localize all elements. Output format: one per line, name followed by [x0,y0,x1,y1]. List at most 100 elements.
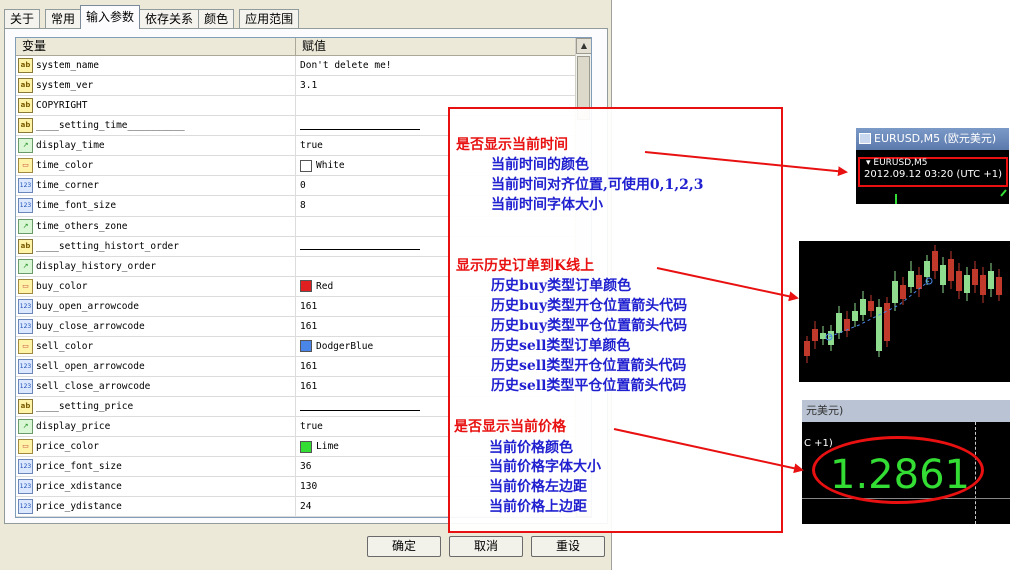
annotation-time-corner: 当前时间对齐位置,可使用0,1,2,3 [491,177,704,193]
ab-type-icon: ab [18,238,33,254]
annotation-price-color: 当前价格颜色 [489,440,573,456]
annotation-buy-close: 历史buy类型平仓位置箭头代码 [491,318,688,334]
parameter-value-cell[interactable]: 3.1 [296,76,576,95]
parameter-value: 161 [300,320,318,332]
parameter-name: display_time [36,140,105,152]
parameter-name-cell[interactable]: 123 price_font_size [16,457,296,477]
parameter-row[interactable]: ab system_ver 3.1 [16,76,576,97]
parameter-name-cell[interactable]: ↗ display_history_order [16,256,296,276]
parameter-value: 161 [300,381,318,393]
column-header-value[interactable]: 赋值 [296,38,576,55]
tab-strip: 关于 常用 输入参数 依存关系 颜色 应用范围 [4,5,300,29]
parameter-name: price_xdistance [36,481,122,493]
parameter-value: true [300,140,323,152]
parameter-value: 8 [300,200,306,212]
price-window-title: 元美元) [802,400,1010,422]
price-highlight-ellipse [812,436,984,504]
parameter-name-cell[interactable]: ab ____setting_time__________ [16,116,296,136]
parameter-name-cell[interactable]: 123 price_xdistance [16,477,296,497]
parameter-name-cell[interactable]: 123 time_font_size [16,196,296,216]
parameter-name: display_price [36,421,111,433]
parameter-value-cell[interactable]: Don't delete me! [296,56,576,75]
num-type-icon: 123 [18,499,33,515]
tab-inputs[interactable]: 输入参数 [80,5,141,29]
chart-fragment-icon [895,189,1007,204]
color-swatch [300,440,312,453]
parameter-name: buy_close_arrowcode [36,320,145,332]
parameter-name: time_color [36,160,94,172]
parameter-name-cell[interactable]: 123 buy_close_arrowcode [16,316,296,336]
screenshot-root: 关于 常用 输入参数 依存关系 颜色 应用范围 变量 赋值 ab system_n… [0,0,1019,570]
separator-underline [300,242,420,251]
color-swatch [300,159,312,172]
parameter-value: 161 [300,360,318,372]
column-header-variable[interactable]: 变量 [16,38,296,55]
parameter-name-cell[interactable]: ab system_ver [16,76,296,96]
color-type-icon: ▭ [18,278,33,294]
ok-button[interactable]: 确定 [367,536,441,557]
separator-underline [300,122,420,130]
parameter-name-cell[interactable]: ab system_name [16,56,296,76]
cancel-button[interactable]: 取消 [449,536,523,557]
parameter-name: time_font_size [36,200,117,212]
parameter-value: 161 [300,300,318,312]
color-swatch [300,340,312,353]
tab-common[interactable]: 常用 [45,9,82,29]
tab-dependencies[interactable]: 依存关系 [139,9,200,29]
ab-type-icon: ab [18,78,33,94]
num-type-icon: 123 [18,358,33,374]
bool-type-icon: ↗ [18,218,33,234]
parameter-name-cell[interactable]: ab ____setting_price [16,397,296,417]
reset-button[interactable]: 重设 [531,536,605,557]
parameter-row[interactable]: ab system_name Don't delete me! [16,56,576,77]
parameter-value: DodgerBlue [316,340,374,352]
ab-type-icon: ab [18,98,33,114]
ab-type-icon: ab [18,118,33,134]
parameter-name-cell[interactable]: 123 sell_close_arrowcode [16,377,296,397]
parameter-name: ____setting_price [36,401,134,413]
parameter-name-cell[interactable]: 123 sell_open_arrowcode [16,356,296,376]
annotation-price-x: 当前价格左边距 [489,479,587,495]
bool-type-icon: ↗ [18,419,33,435]
grid-header: 变量 赋值 [16,38,576,56]
ab-type-icon: ab [18,58,33,74]
annotation-sell-close: 历史sell类型平仓位置箭头代码 [491,378,687,394]
parameter-value: 0 [300,180,306,192]
parameter-name-cell[interactable]: ab COPYRIGHT [16,96,296,116]
tab-colors[interactable]: 颜色 [198,9,235,29]
parameter-name-cell[interactable]: ↗ time_others_zone [16,216,296,236]
annotation-history-heading: 显示历史订单到K线上 [456,258,595,274]
parameter-name-cell[interactable]: 123 price_ydistance [16,497,296,517]
candlestick-chart-icon [804,245,1002,363]
parameter-name-cell[interactable]: 123 buy_open_arrowcode [16,296,296,316]
num-type-icon: 123 [18,379,33,395]
parameter-name-cell[interactable]: ▭ price_color [16,437,296,457]
parameter-name: price_font_size [36,461,122,473]
tab-about[interactable]: 关于 [4,9,41,29]
annotation-price-font: 当前价格字体大小 [489,459,601,475]
annotation-time-font: 当前时间字体大小 [491,197,603,213]
parameter-name: price_ydistance [36,501,122,513]
parameter-value: 36 [300,461,312,473]
ab-type-icon: ab [18,399,33,415]
price-utc-label: C +1) [804,438,833,449]
annotation-buy-color: 历史buy类型订单颜色 [491,278,632,294]
parameter-name: ____setting_time__________ [36,120,185,132]
parameter-name-cell[interactable]: ↗ display_price [16,417,296,437]
parameter-name: system_ver [36,80,94,92]
annotation-sell-open: 历史sell类型开仓位置箭头代码 [491,358,687,374]
parameter-name: ____setting_histort_order [36,240,179,252]
parameter-name-cell[interactable]: ▭ buy_color [16,276,296,296]
num-type-icon: 123 [18,178,33,194]
parameter-value: true [300,421,323,433]
scroll-up-icon[interactable]: ▲ [576,38,591,54]
parameter-name-cell[interactable]: ab ____setting_histort_order [16,236,296,256]
parameter-name: buy_color [36,280,88,292]
tab-scope[interactable]: 应用范围 [239,9,300,29]
bool-type-icon: ↗ [18,138,33,154]
parameter-name-cell[interactable]: 123 time_corner [16,176,296,196]
parameter-name: COPYRIGHT [36,100,88,112]
parameter-name-cell[interactable]: ▭ sell_color [16,336,296,356]
parameter-name-cell[interactable]: ▭ time_color [16,156,296,176]
parameter-name-cell[interactable]: ↗ display_time [16,136,296,156]
